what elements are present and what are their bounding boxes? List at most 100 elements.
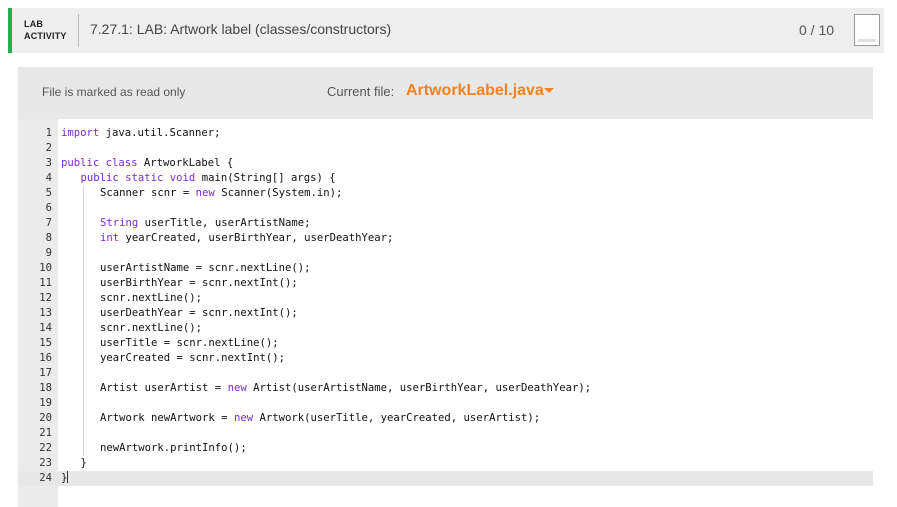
code-text: yearCreated = scnr.nextInt(); xyxy=(100,351,285,366)
code-token: userTitle = scnr.nextLine(); xyxy=(100,337,279,349)
code-token: ArtworkLabel { xyxy=(137,157,234,169)
code-line[interactable]: 5 Scanner scnr = new Scanner(System.in); xyxy=(18,186,873,201)
editor-panel: File is marked as read only Current file… xyxy=(18,67,873,507)
indent-guide xyxy=(82,186,84,201)
line-number: 2 xyxy=(45,142,52,154)
line-number: 21 xyxy=(39,427,52,439)
line-number: 20 xyxy=(39,412,52,424)
code-token: Scanner scnr = xyxy=(100,187,196,199)
code-text: } xyxy=(61,471,69,486)
lab-activity-badge: LAB ACTIVITY xyxy=(24,18,67,42)
code-line[interactable]: 11 userBirthYear = scnr.nextInt(); xyxy=(18,276,873,291)
code-text: int yearCreated, userBirthYear, userDeat… xyxy=(100,231,393,246)
code-line[interactable]: 16 yearCreated = scnr.nextInt(); xyxy=(18,351,873,366)
indent-guide xyxy=(82,216,84,231)
indent-guide xyxy=(82,441,84,456)
code-token: userDeathYear = scnr.nextInt(); xyxy=(100,307,298,319)
code-token: scnr.nextLine(); xyxy=(100,292,203,304)
read-only-notice: File is marked as read only xyxy=(42,85,186,99)
code-line[interactable]: 12 scnr.nextLine(); xyxy=(18,291,873,306)
code-token: Artist userArtist = xyxy=(100,382,228,394)
score-indicator-icon xyxy=(854,14,880,46)
indent-guide xyxy=(82,231,84,246)
code-line[interactable]: 7 String userTitle, userArtistName; xyxy=(18,216,873,231)
code-token: Artwork newArtwork = xyxy=(100,412,234,424)
code-text: String userTitle, userArtistName; xyxy=(100,216,311,231)
current-file-dropdown[interactable]: ArtworkLabel.java xyxy=(406,82,544,100)
line-number: 15 xyxy=(39,337,52,349)
code-line[interactable]: 8 int yearCreated, userBirthYear, userDea… xyxy=(18,231,873,246)
indent-guide xyxy=(82,411,84,426)
code-text: userTitle = scnr.nextLine(); xyxy=(100,336,279,351)
code-line[interactable]: 23} xyxy=(18,456,873,471)
lab-title: 7.27.1: LAB: Artwork label (classes/cons… xyxy=(90,21,392,37)
indent-guide xyxy=(82,291,84,306)
code-lines[interactable]: 1 import java.util.Scanner; 2 3 public class… xyxy=(18,126,873,486)
line-number: 16 xyxy=(39,352,52,364)
code-token: userTitle, userArtistName; xyxy=(138,217,311,229)
code-line[interactable]: 17 xyxy=(18,366,873,381)
line-number: 8 xyxy=(45,232,52,244)
indent-guide xyxy=(82,381,84,396)
code-text: import java.util.Scanner; xyxy=(61,126,220,141)
code-line[interactable]: 18 Artist userArtist = new Artist(userArt… xyxy=(18,381,873,396)
code-line[interactable]: 10 userArtistName = scnr.nextLine(); xyxy=(18,261,873,276)
code-line[interactable]: 15 userTitle = scnr.nextLine(); xyxy=(18,336,873,351)
lab-accent-bar xyxy=(8,8,12,53)
indent-guide xyxy=(82,321,84,336)
line-number: 19 xyxy=(39,397,52,409)
indent-guide xyxy=(82,366,84,381)
line-number: 9 xyxy=(45,247,52,259)
code-token: scnr.nextLine(); xyxy=(100,322,203,334)
badge-line-2: ACTIVITY xyxy=(24,31,67,41)
score-text: 0 / 10 xyxy=(799,22,835,38)
code-token: Artist(userArtistName, userBirthYear, us… xyxy=(246,382,592,394)
code-text: } xyxy=(81,456,87,471)
code-line[interactable]: 21 xyxy=(18,426,873,441)
indent-guide xyxy=(82,426,84,441)
code-line[interactable]: 22 newArtwork.printInfo(); xyxy=(18,441,873,456)
line-number: 6 xyxy=(45,202,52,214)
code-line[interactable]: 14 scnr.nextLine(); xyxy=(18,321,873,336)
code-text: Artist userArtist = new Artist(userArtis… xyxy=(100,381,591,396)
code-text: scnr.nextLine(); xyxy=(100,291,202,306)
code-text: userDeathYear = scnr.nextInt(); xyxy=(100,306,298,321)
indent-guide xyxy=(82,261,84,276)
code-text: userArtistName = scnr.nextLine(); xyxy=(100,261,310,276)
file-bar: File is marked as read only Current file… xyxy=(18,67,873,119)
code-line[interactable]: 13 userDeathYear = scnr.nextInt(); xyxy=(18,306,873,321)
code-line[interactable]: 4 public static void main(String[] args) … xyxy=(18,171,873,186)
line-number: 23 xyxy=(39,457,52,469)
code-text: public class ArtworkLabel { xyxy=(61,156,233,171)
code-keyword: import xyxy=(61,127,100,139)
code-token: Scanner(System.in); xyxy=(214,187,343,199)
code-keyword: new xyxy=(227,382,247,394)
code-editor[interactable]: 1 import java.util.Scanner; 2 3 public class… xyxy=(18,119,873,507)
code-line[interactable]: 2 xyxy=(18,141,873,156)
code-line[interactable]: 20 Artwork newArtwork = new Artwork(userT… xyxy=(18,411,873,426)
code-keyword: public static void xyxy=(80,172,196,184)
code-line[interactable]: 6 xyxy=(18,201,873,216)
code-line[interactable]: 1 import java.util.Scanner; xyxy=(18,126,873,141)
line-number: 5 xyxy=(45,187,52,199)
code-token: java.util.Scanner; xyxy=(99,127,221,139)
code-line[interactable]: 19 xyxy=(18,396,873,411)
code-keyword: public class xyxy=(61,157,138,169)
caret-down-icon[interactable] xyxy=(544,88,554,93)
line-number: 7 xyxy=(45,217,52,229)
code-text: scnr.nextLine(); xyxy=(100,321,202,336)
indent-guide xyxy=(82,336,84,351)
indent-guide xyxy=(82,351,84,366)
code-keyword: String xyxy=(100,217,139,229)
code-line[interactable]: 9 xyxy=(18,246,873,261)
code-token: yearCreated = scnr.nextInt(); xyxy=(100,352,285,364)
line-number: 13 xyxy=(39,307,52,319)
code-token: userArtistName = scnr.nextLine(); xyxy=(100,262,311,274)
line-number: 12 xyxy=(39,292,52,304)
code-text: public static void main(String[] args) { xyxy=(81,171,336,186)
code-line[interactable]: 24} xyxy=(18,471,873,486)
line-number: 1 xyxy=(45,127,52,139)
code-line[interactable]: 3 public class ArtworkLabel { xyxy=(18,156,873,171)
code-keyword: new xyxy=(233,412,254,424)
code-text: userBirthYear = scnr.nextInt(); xyxy=(100,276,298,291)
